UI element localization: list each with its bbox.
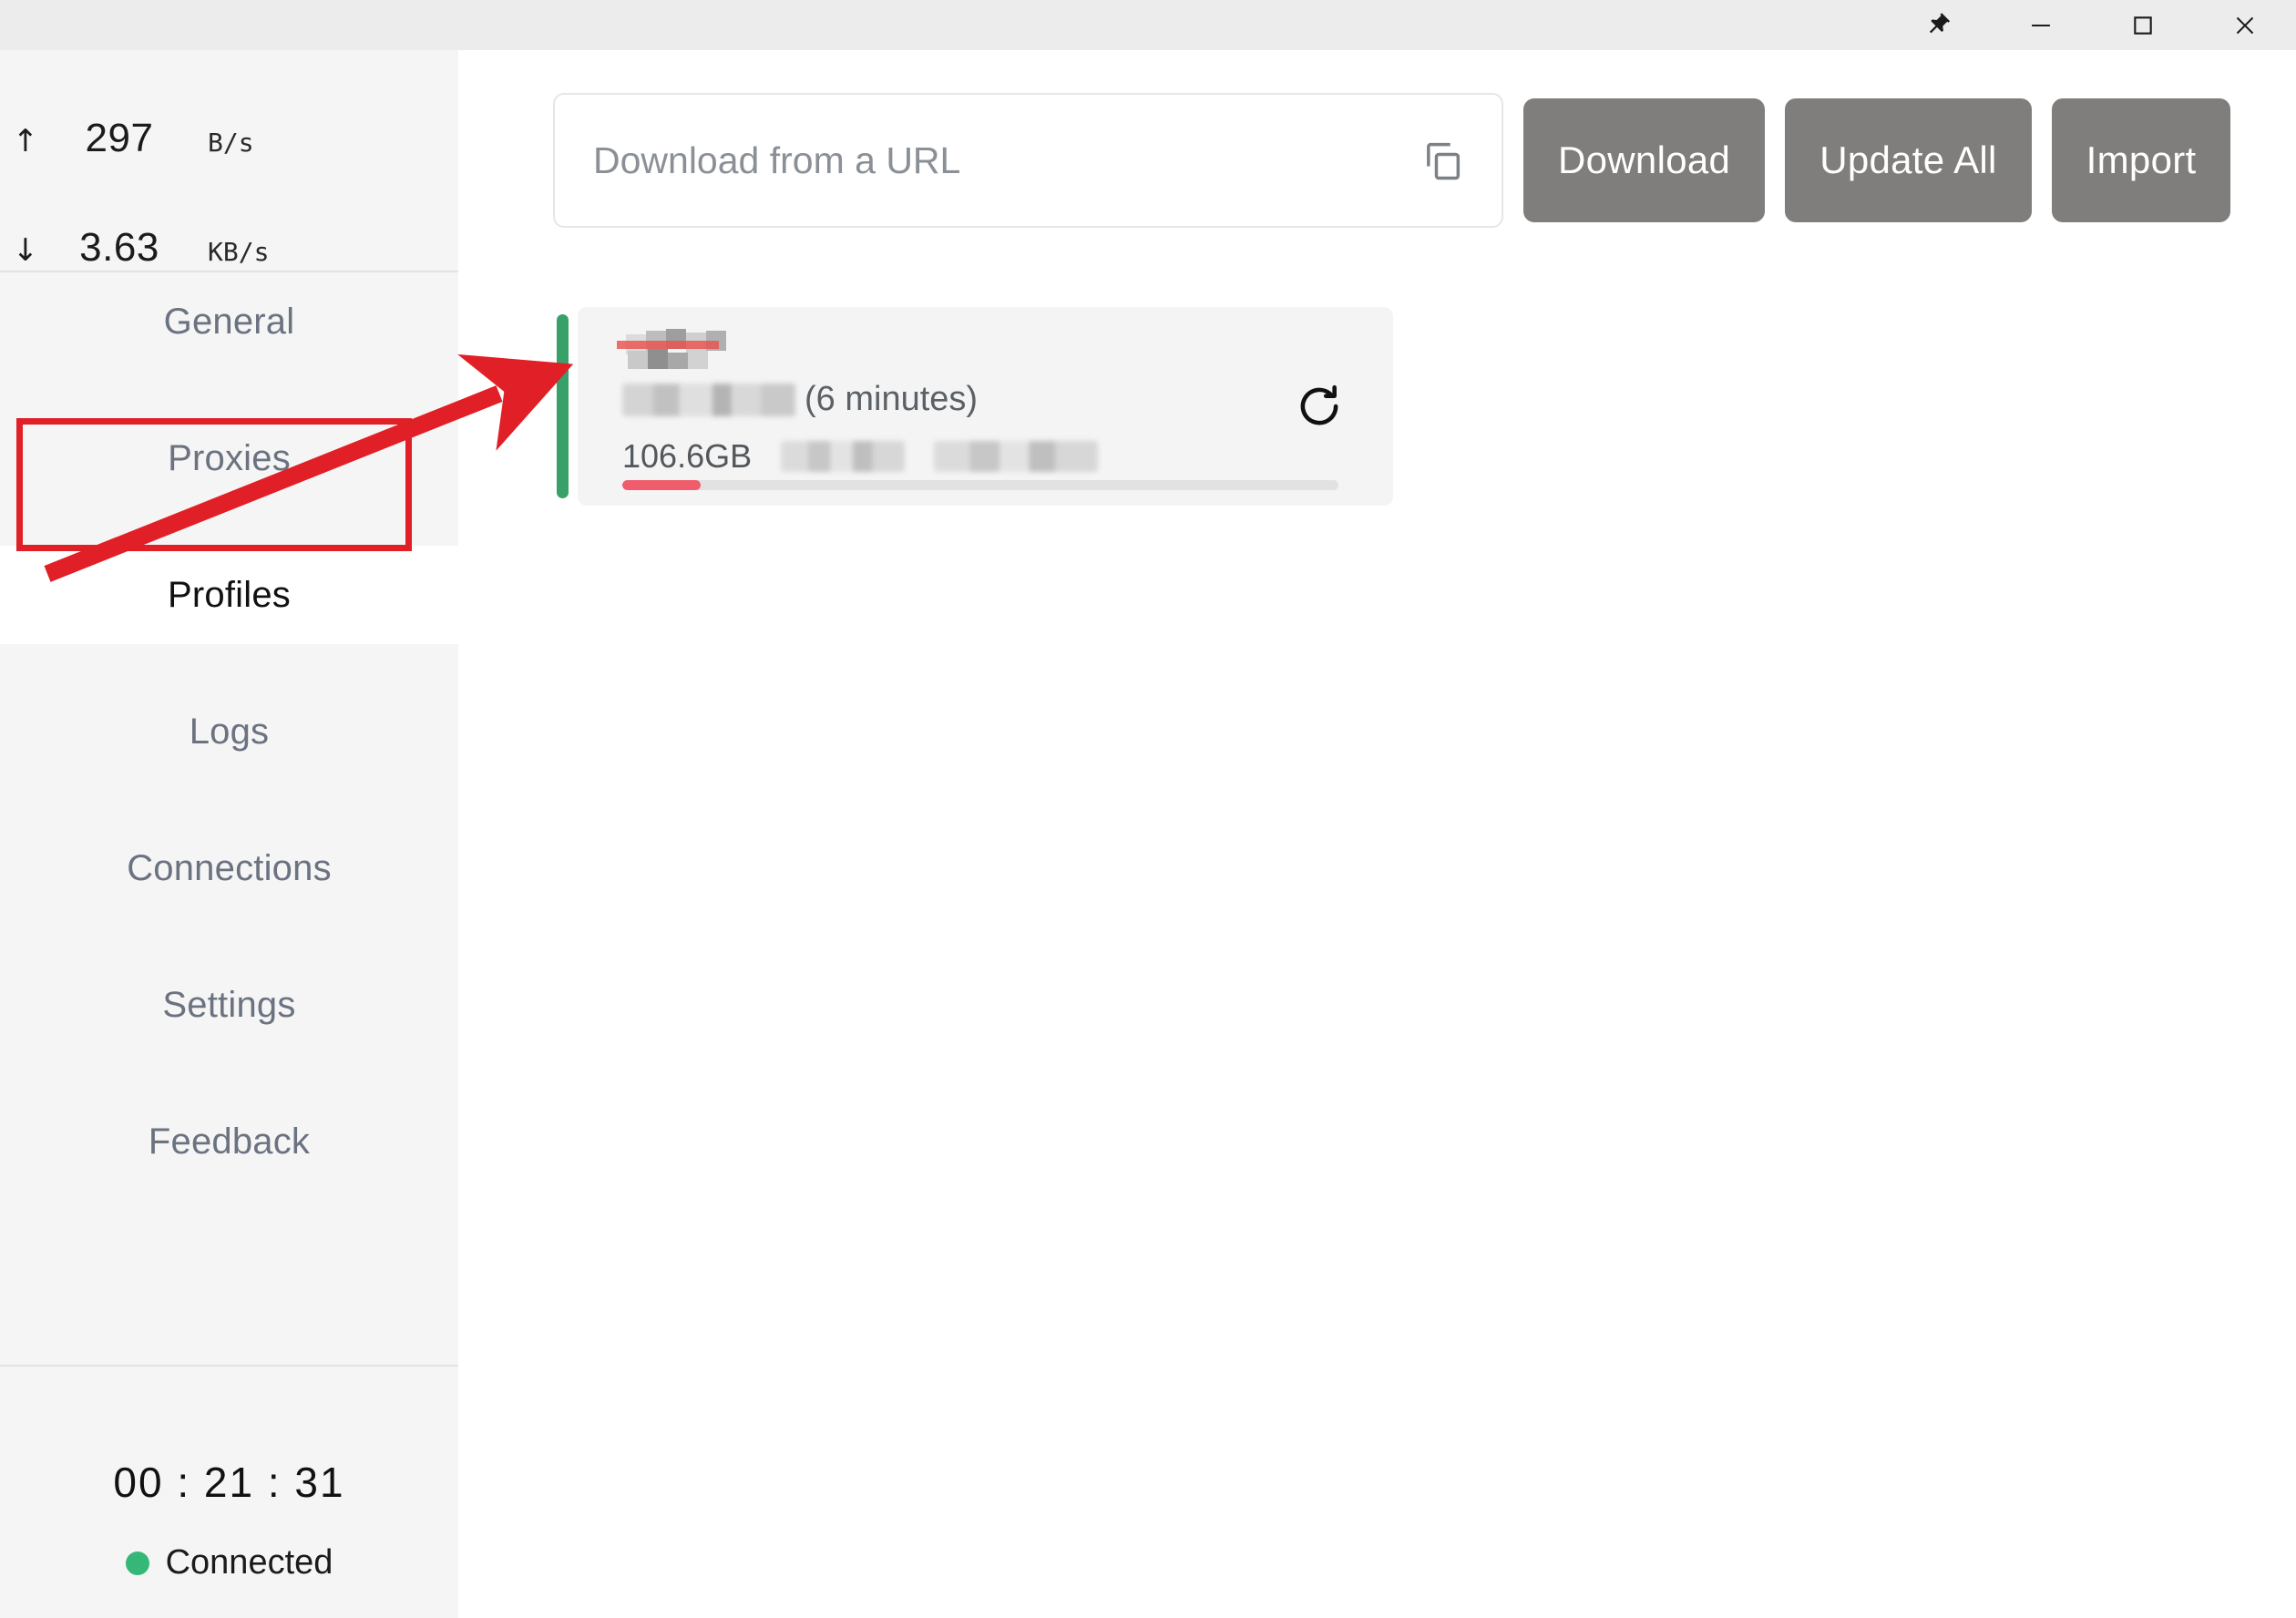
upload-speed-unit: B/s [208, 128, 254, 158]
nav-gap [0, 1054, 458, 1092]
upload-arrow-icon: ↑ [12, 123, 39, 159]
sidebar-item-connections[interactable]: Connections [0, 819, 458, 917]
status-dot-icon [125, 1551, 149, 1575]
sidebar-item-label: Connections [127, 847, 332, 888]
profile-traffic-total-redacted [781, 441, 906, 472]
main-content: Download Update All Import [458, 50, 2296, 1618]
pin-icon [1923, 10, 1954, 41]
download-speed-row: ↓ 3.63 KB/s [0, 225, 392, 271]
download-speed-unit: KB/s [208, 237, 270, 267]
nav-gap [0, 507, 458, 546]
sidebar-status: 00 : 21 : 31 Connected [0, 1367, 458, 1618]
sidebar-item-label: Settings [162, 984, 296, 1025]
profile-name-redacted [622, 329, 757, 369]
nav-gap [0, 644, 458, 682]
profile-expiry-redacted [934, 441, 1099, 472]
download-arrow-icon: ↓ [12, 232, 39, 269]
maximize-icon [2128, 11, 2158, 40]
connection-status: Connected [0, 1543, 458, 1582]
nav-gap [0, 371, 458, 409]
profile-card-body[interactable]: (6 minutes) 106.6GB [578, 307, 1393, 506]
close-button[interactable] [2194, 0, 2296, 50]
sidebar-item-feedback[interactable]: Feedback [0, 1092, 458, 1191]
sidebar-item-label: General [163, 301, 295, 342]
profile-card[interactable]: (6 minutes) 106.6GB [557, 307, 1393, 506]
copy-icon[interactable] [1414, 132, 1471, 189]
update-all-button[interactable]: Update All [1785, 98, 2032, 222]
upload-speed-value: 297 [85, 116, 154, 160]
minimize-button[interactable] [1990, 0, 2092, 50]
profile-name-strikethrough [617, 341, 719, 349]
profile-traffic-used: 106.6GB [622, 437, 753, 475]
maximize-button[interactable] [2092, 0, 2194, 50]
sidebar-item-label: Logs [189, 711, 270, 752]
download-button[interactable]: Download [1523, 98, 1766, 222]
sidebar-item-proxies[interactable]: Proxies [0, 409, 458, 507]
refresh-icon[interactable] [1287, 374, 1351, 438]
close-icon [2229, 10, 2260, 41]
download-speed-value: 3.63 [79, 225, 159, 270]
pin-button[interactable] [1888, 0, 1990, 50]
sidebar: ↑ 297 B/s ↓ 3.63 KB/s General Proxies Pr… [0, 50, 458, 1618]
session-timer: 00 : 21 : 31 [113, 1459, 345, 1506]
sidebar-item-settings[interactable]: Settings [0, 956, 458, 1054]
import-button[interactable]: Import [2051, 98, 2231, 222]
search-input[interactable] [591, 138, 1414, 183]
nav-gap [0, 781, 458, 819]
title-bar [0, 0, 2296, 50]
profile-update-row: (6 minutes) [622, 380, 978, 419]
nav-gap [0, 917, 458, 956]
speed-stats: ↑ 297 B/s ↓ 3.63 KB/s [0, 50, 458, 271]
sidebar-item-general[interactable]: General [0, 272, 458, 371]
sidebar-item-profiles[interactable]: Profiles [0, 546, 458, 644]
profile-status-indicator [557, 314, 569, 498]
minimize-icon [2025, 10, 2056, 41]
sidebar-item-label: Proxies [168, 437, 291, 478]
sidebar-item-label: Feedback [148, 1121, 311, 1162]
toolbar: Download Update All Import [553, 93, 2235, 228]
profile-filename-redacted [622, 383, 795, 416]
sidebar-item-label: Profiles [168, 574, 291, 615]
profile-progress-fill [622, 480, 702, 490]
status-badge: Connected [165, 1543, 333, 1582]
profile-progress-bar [622, 480, 1338, 490]
sidebar-item-logs[interactable]: Logs [0, 682, 458, 781]
url-field-wrapper[interactable] [553, 93, 1503, 228]
profile-update-interval: (6 minutes) [805, 380, 979, 418]
profile-traffic-row: 106.6GB [622, 437, 1099, 476]
upload-speed-row: ↑ 297 B/s [0, 116, 392, 161]
app-window: ↑ 297 B/s ↓ 3.63 KB/s General Proxies Pr… [0, 0, 2296, 1618]
sidebar-nav: General Proxies Profiles Logs Connection… [0, 272, 458, 1191]
